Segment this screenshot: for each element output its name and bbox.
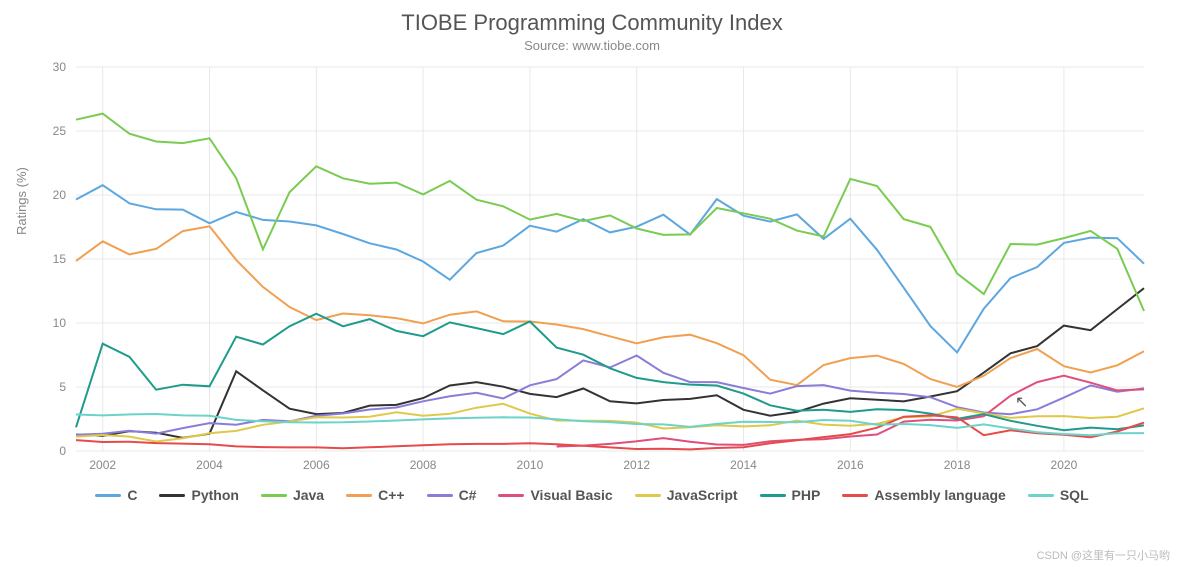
svg-text:2018: 2018 [944, 458, 971, 472]
legend-label: PHP [792, 487, 821, 503]
legend-item-c-[interactable]: C# [427, 487, 477, 503]
svg-text:25: 25 [53, 124, 67, 138]
legend-label: Visual Basic [530, 487, 612, 503]
plot-area: Ratings (%) 0510152025302002200420062008… [20, 59, 1164, 479]
svg-text:2016: 2016 [837, 458, 864, 472]
svg-text:2002: 2002 [89, 458, 116, 472]
series-c- [76, 226, 1144, 387]
chart-title: TIOBE Programming Community Index [20, 10, 1164, 36]
svg-text:2012: 2012 [623, 458, 650, 472]
svg-text:5: 5 [59, 380, 66, 394]
legend-item-c[interactable]: C [95, 487, 137, 503]
legend-label: SQL [1060, 487, 1089, 503]
legend-label: Python [191, 487, 238, 503]
legend-item-assembly-language[interactable]: Assembly language [842, 487, 1006, 503]
legend-item-sql[interactable]: SQL [1028, 487, 1089, 503]
legend-item-php[interactable]: PHP [760, 487, 821, 503]
svg-text:30: 30 [53, 60, 67, 74]
svg-text:2008: 2008 [410, 458, 437, 472]
legend-swatch [159, 494, 185, 497]
legend-swatch [95, 494, 121, 497]
watermark: CSDN @这里有一只小马哟 [1037, 547, 1170, 563]
legend-label: Assembly language [874, 487, 1006, 503]
chart-svg: 0 5 10 15 20 25 30 2002 2004 2006 2008 2010 2012 2014… [20, 59, 1164, 479]
svg-text:2006: 2006 [303, 458, 330, 472]
chart-container: TIOBE Programming Community Index Source… [0, 0, 1184, 567]
legend-item-java[interactable]: Java [261, 487, 324, 503]
svg-text:15: 15 [53, 252, 67, 266]
legend-item-javascript[interactable]: JavaScript [635, 487, 738, 503]
legend-swatch [635, 494, 661, 497]
legend-label: JavaScript [667, 487, 738, 503]
legend-swatch [261, 494, 287, 497]
legend-label: Java [293, 487, 324, 503]
legend-swatch [760, 494, 786, 497]
legend-item-visual-basic[interactable]: Visual Basic [498, 487, 612, 503]
svg-text:2004: 2004 [196, 458, 223, 472]
svg-text:2010: 2010 [517, 458, 544, 472]
svg-text:0: 0 [59, 444, 66, 458]
chart-subtitle: Source: www.tiobe.com [20, 38, 1164, 53]
legend-item-python[interactable]: Python [159, 487, 238, 503]
legend-swatch [1028, 494, 1054, 497]
svg-text:20: 20 [53, 188, 67, 202]
legend-swatch [346, 494, 372, 497]
legend-item-c-[interactable]: C++ [346, 487, 404, 503]
svg-text:2014: 2014 [730, 458, 757, 472]
y-axis-label: Ratings (%) [14, 167, 29, 235]
series-c [76, 185, 1144, 352]
legend-swatch [427, 494, 453, 497]
svg-text:10: 10 [53, 316, 67, 330]
legend-swatch [498, 494, 524, 497]
legend-swatch [842, 494, 868, 497]
legend: C Python Java C++ C# Visual Basic JavaScript PH… [20, 487, 1164, 503]
legend-label: C++ [378, 487, 404, 503]
legend-label: C [127, 487, 137, 503]
legend-label: C# [459, 487, 477, 503]
svg-text:2020: 2020 [1051, 458, 1078, 472]
